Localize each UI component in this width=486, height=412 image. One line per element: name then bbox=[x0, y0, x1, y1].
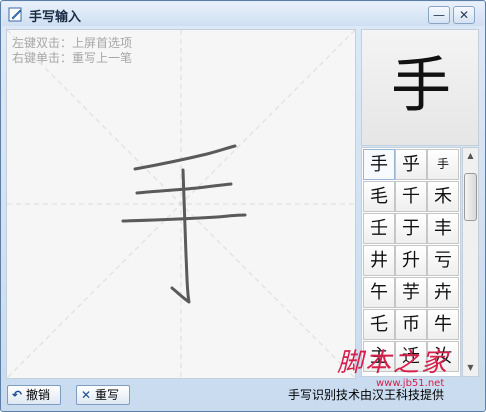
candidate-cell[interactable]: 币 bbox=[395, 309, 427, 340]
candidate-cell[interactable]: 升 bbox=[395, 245, 427, 276]
scroll-up-icon[interactable]: ▲ bbox=[463, 148, 478, 164]
candidate-cell[interactable]: 乇 bbox=[363, 309, 395, 340]
pen-pad-icon bbox=[8, 7, 22, 22]
candidate-cell[interactable]: 井 bbox=[363, 245, 395, 276]
candidate-cell[interactable]: 芋 bbox=[395, 277, 427, 308]
close-button[interactable]: ✕ bbox=[453, 6, 475, 24]
undo-button[interactable]: ↶ 撤销 bbox=[7, 385, 61, 405]
candidate-cell[interactable]: 午 bbox=[363, 277, 395, 308]
candidate-cell[interactable]: 千 bbox=[395, 181, 427, 212]
title-bar[interactable]: 手写输入 — ✕ bbox=[2, 2, 484, 26]
bottom-toolbar: ↶ 撤销 ✕ 重写 手写识别技术由汉王科技提供 bbox=[2, 381, 484, 411]
preview-character: 手 bbox=[391, 51, 451, 121]
candidate-cell[interactable]: 卉 bbox=[427, 277, 459, 308]
candidate-cell[interactable]: 牛 bbox=[427, 309, 459, 340]
candidate-cell[interactable]: 丰 bbox=[427, 213, 459, 244]
candidate-cell[interactable]: 手 bbox=[427, 149, 459, 180]
minimize-button[interactable]: — bbox=[428, 6, 450, 24]
candidate-cell[interactable]: 乎 bbox=[395, 149, 427, 180]
handwriting-strokes bbox=[7, 30, 355, 378]
preview-panel: 手 bbox=[361, 29, 479, 146]
undo-arrow-icon: ↶ bbox=[12, 388, 23, 402]
candidate-cell[interactable]: 手 bbox=[363, 149, 395, 180]
rewrite-label: 重写 bbox=[95, 388, 120, 402]
rewrite-button[interactable]: ✕ 重写 bbox=[76, 385, 130, 405]
x-icon: ✕ bbox=[81, 388, 92, 402]
candidate-cell[interactable]: 壬 bbox=[363, 213, 395, 244]
credit-text: 手写识别技术由汉王科技提供 bbox=[288, 388, 445, 402]
watermark-logo: 脚本之家 bbox=[337, 348, 450, 378]
window-title: 手写输入 bbox=[29, 10, 82, 25]
undo-label: 撤销 bbox=[26, 388, 51, 402]
candidate-cell[interactable]: 毛 bbox=[363, 181, 395, 212]
writing-canvas[interactable]: 左键双击：上屏首选项 右键单击：重写上一笔 bbox=[6, 29, 356, 379]
scroll-thumb[interactable] bbox=[464, 173, 477, 221]
candidate-cell[interactable]: 于 bbox=[395, 213, 427, 244]
candidate-cell[interactable]: 亏 bbox=[427, 245, 459, 276]
candidate-cell[interactable]: 禾 bbox=[427, 181, 459, 212]
handwriting-window: 手写输入 — ✕ 左键双击：上屏首选项 右键单击：重写上一笔 手 手 乎 手 毛… bbox=[0, 0, 486, 412]
